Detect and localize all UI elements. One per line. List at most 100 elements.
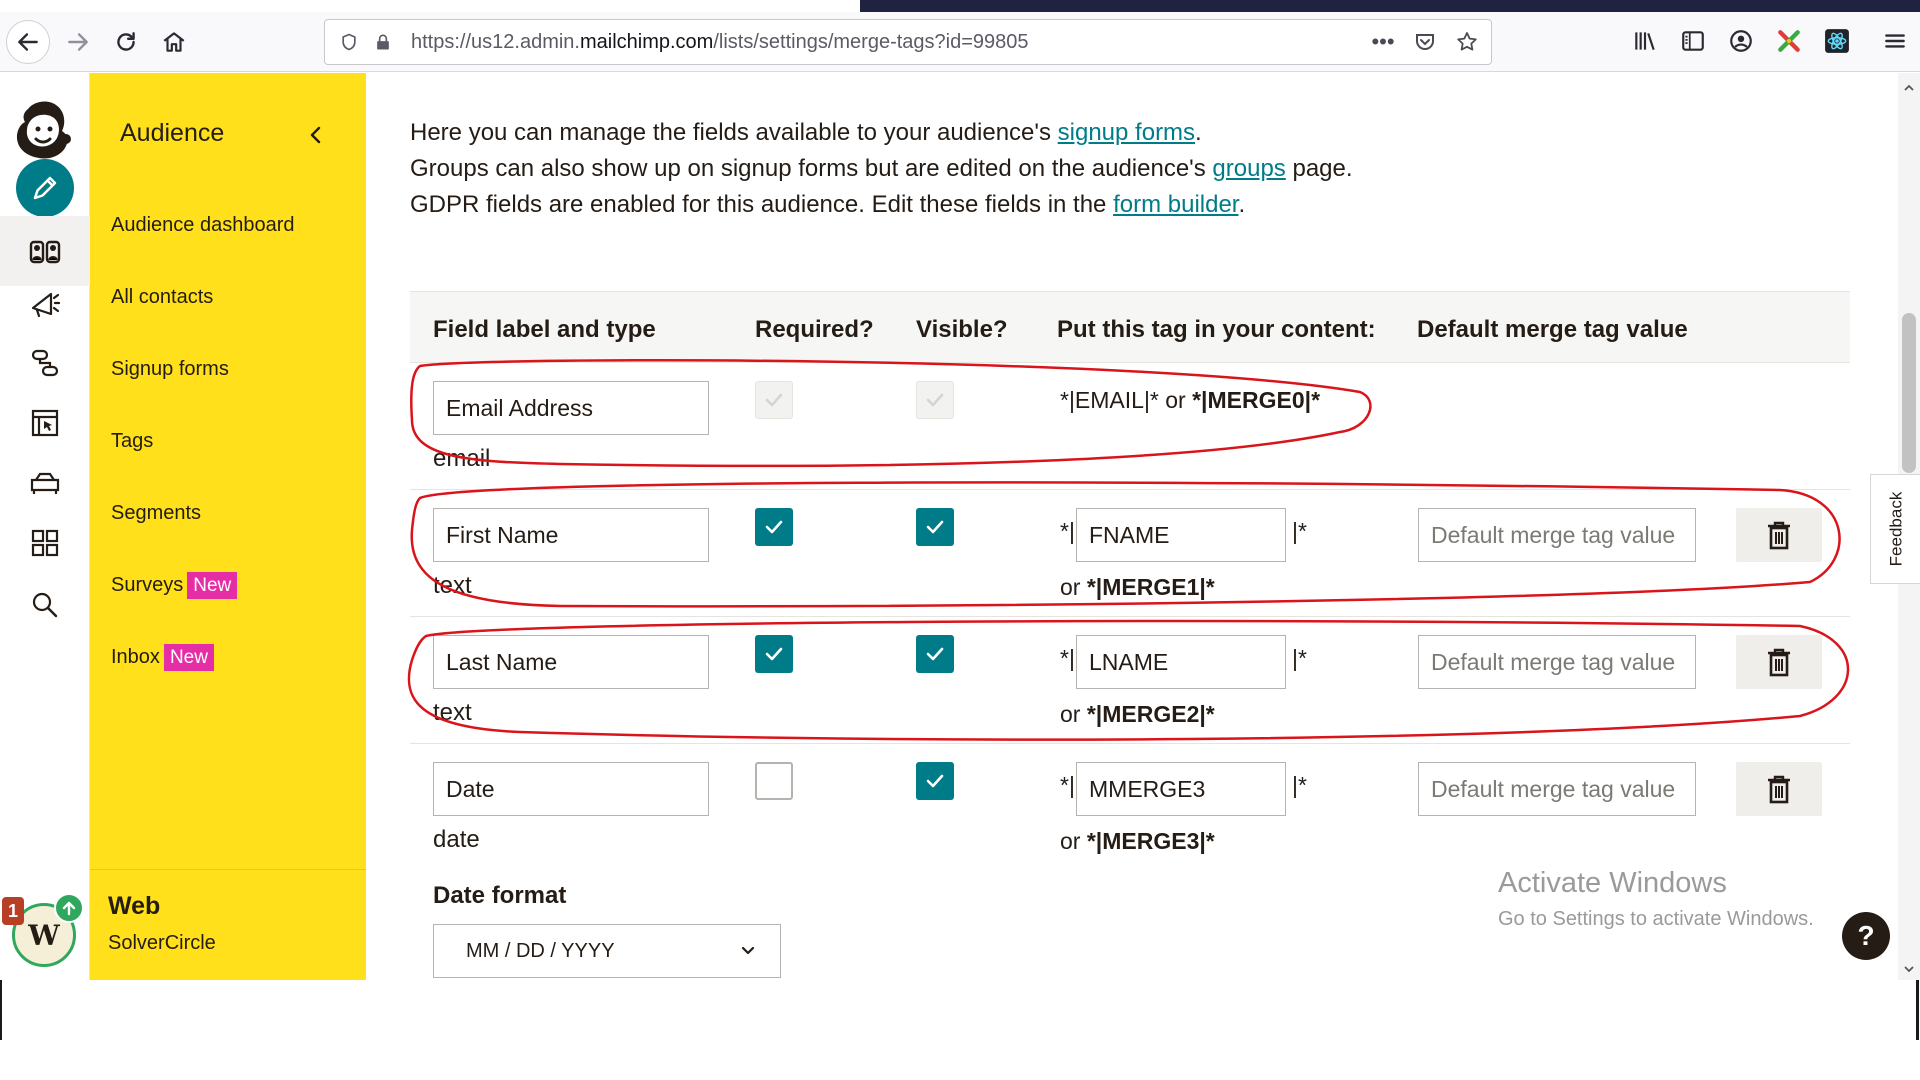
- field-label-input[interactable]: [433, 508, 709, 562]
- table-row-email: email *|EMAIL|* or *|MERGE0|*: [410, 363, 1850, 490]
- extension-cross-icon[interactable]: [1774, 26, 1804, 56]
- pocket-icon[interactable]: [1411, 28, 1439, 56]
- home-icon: [163, 32, 185, 52]
- merge-number-tag: *|MERGE2|*: [1086, 701, 1215, 727]
- react-devtools-icon[interactable]: [1822, 26, 1852, 56]
- website-icon: [31, 409, 59, 437]
- sidenav-item-surveys[interactable]: Surveys New: [111, 567, 238, 603]
- sidenav-item-label: Surveys: [111, 573, 184, 596]
- required-checkbox[interactable]: [755, 508, 793, 546]
- scroll-up-arrow-icon[interactable]: [1898, 77, 1920, 99]
- search-icon: [32, 592, 58, 618]
- merge-number-tag: *|MERGE1|*: [1086, 574, 1215, 600]
- sidebar-toggle-icon[interactable]: [1678, 26, 1708, 56]
- sidenav-item-all-contacts[interactable]: All contacts: [111, 279, 213, 315]
- account-avatar[interactable]: W 1: [2, 893, 84, 967]
- visible-checkbox[interactable]: [916, 508, 954, 546]
- or-text: or: [1060, 828, 1087, 854]
- sidenav-item-inbox[interactable]: Inbox New: [111, 639, 214, 675]
- sidenav-item-signup-forms[interactable]: Signup forms: [111, 351, 229, 387]
- visible-checkbox[interactable]: [916, 635, 954, 673]
- required-checkbox[interactable]: [755, 635, 793, 673]
- delete-field-button[interactable]: [1736, 508, 1822, 562]
- sidenav-item-label: Segments: [111, 501, 202, 524]
- feedback-tab[interactable]: Feedback: [1870, 474, 1920, 584]
- date-format-select[interactable]: MM / DD / YYYY: [433, 924, 781, 978]
- shield-icon[interactable]: [335, 28, 363, 56]
- account-switcher[interactable]: Web SolverCircle: [90, 869, 366, 980]
- lock-icon[interactable]: [369, 28, 397, 56]
- address-bar[interactable]: https://us12.admin.mailchimp.com/lists/s…: [324, 19, 1492, 65]
- merge-tag-input[interactable]: [1076, 762, 1286, 816]
- account-icon[interactable]: [1726, 26, 1756, 56]
- integrations-nav[interactable]: [0, 508, 90, 578]
- intro-end-1: .: [1195, 119, 1202, 146]
- check-icon: [765, 520, 783, 534]
- visible-checkbox[interactable]: [916, 762, 954, 800]
- delete-field-button[interactable]: [1736, 762, 1822, 816]
- trash-icon: [1768, 648, 1790, 677]
- default-value-input[interactable]: [1418, 508, 1696, 562]
- upgrade-arrow-icon: [54, 893, 84, 923]
- default-value-input[interactable]: [1418, 635, 1696, 689]
- create-nav[interactable]: [0, 153, 90, 223]
- megaphone-icon: [31, 292, 61, 318]
- default-value-input[interactable]: [1418, 762, 1696, 816]
- sidenav-item-tags[interactable]: Tags: [111, 423, 153, 459]
- merge-tag-suffix: |*: [1292, 772, 1307, 798]
- collapse-sidenav-button[interactable]: [298, 117, 334, 153]
- header-tag: Put this tag in your content:: [1057, 316, 1376, 343]
- home-button[interactable]: [152, 20, 196, 64]
- sidenav-title: Audience: [120, 119, 225, 147]
- signup-forms-link[interactable]: signup forms: [1058, 119, 1195, 146]
- help-button[interactable]: ?: [1842, 912, 1890, 960]
- merge-tag-input[interactable]: [1076, 635, 1286, 689]
- url-prefix: https://us12.admin.: [411, 30, 580, 53]
- url-path: /lists/settings/merge-tags?id=99805: [713, 30, 1029, 53]
- library-icon[interactable]: [1630, 26, 1660, 56]
- more-actions-icon[interactable]: •••: [1369, 28, 1397, 56]
- bookmark-star-icon[interactable]: [1453, 28, 1481, 56]
- sidenav-item-audience-dashboard[interactable]: Audience dashboard: [111, 207, 294, 243]
- arrow-right-icon: [68, 33, 88, 51]
- date-format-label: Date format: [433, 882, 567, 909]
- create-button[interactable]: [16, 159, 74, 217]
- url-text[interactable]: https://us12.admin.mailchimp.com/lists/s…: [411, 31, 1029, 54]
- delete-field-button[interactable]: [1736, 635, 1822, 689]
- required-checkbox[interactable]: [755, 762, 793, 800]
- content-studio-icon: [30, 472, 60, 494]
- field-label-input[interactable]: [433, 762, 709, 816]
- field-label-input[interactable]: [433, 635, 709, 689]
- sidenav-item-segments[interactable]: Segments: [111, 495, 201, 531]
- intro-text: Here you can manage the fields available…: [410, 115, 1410, 223]
- audience-icon: [29, 240, 61, 264]
- or-text: or: [1060, 574, 1087, 600]
- check-icon: [926, 647, 944, 661]
- automation-icon: [31, 349, 59, 377]
- scroll-thumb[interactable]: [1902, 313, 1916, 473]
- intro-text-2: Groups can also show up on signup forms …: [410, 155, 1213, 182]
- new-badge: New: [187, 571, 238, 599]
- groups-link[interactable]: groups: [1212, 155, 1285, 182]
- titlebar-dark-area: [860, 0, 1920, 12]
- forward-button[interactable]: [56, 20, 100, 64]
- intro-line-1: Here you can manage the fields available…: [410, 115, 1410, 151]
- left-edge-line: [0, 980, 2, 1040]
- sidenav-item-label: Tags: [111, 429, 154, 452]
- search-nav[interactable]: [0, 570, 90, 640]
- reload-button[interactable]: [104, 20, 148, 64]
- field-label-input[interactable]: [433, 381, 709, 435]
- scroll-down-arrow-icon[interactable]: [1898, 958, 1920, 980]
- merge-tag-prefix: *|: [1060, 645, 1075, 671]
- trash-icon: [1768, 521, 1790, 550]
- windows-activation-watermark: Activate Windows Go to Settings to activ…: [1498, 867, 1814, 931]
- merge-tag-input[interactable]: [1076, 508, 1286, 562]
- form-builder-link[interactable]: form builder: [1113, 191, 1238, 218]
- merge-tag-alt: or *|MERGE2|*: [1060, 701, 1215, 728]
- back-button[interactable]: [6, 20, 50, 64]
- hamburger-menu-icon[interactable]: [1880, 26, 1910, 56]
- main-content: Here you can manage the fields available…: [366, 73, 1898, 980]
- header-default-value: Default merge tag value: [1417, 316, 1688, 343]
- audience-sidenav: Audience Audience dashboard All contacts…: [90, 73, 366, 980]
- arrow-left-icon: [18, 33, 38, 51]
